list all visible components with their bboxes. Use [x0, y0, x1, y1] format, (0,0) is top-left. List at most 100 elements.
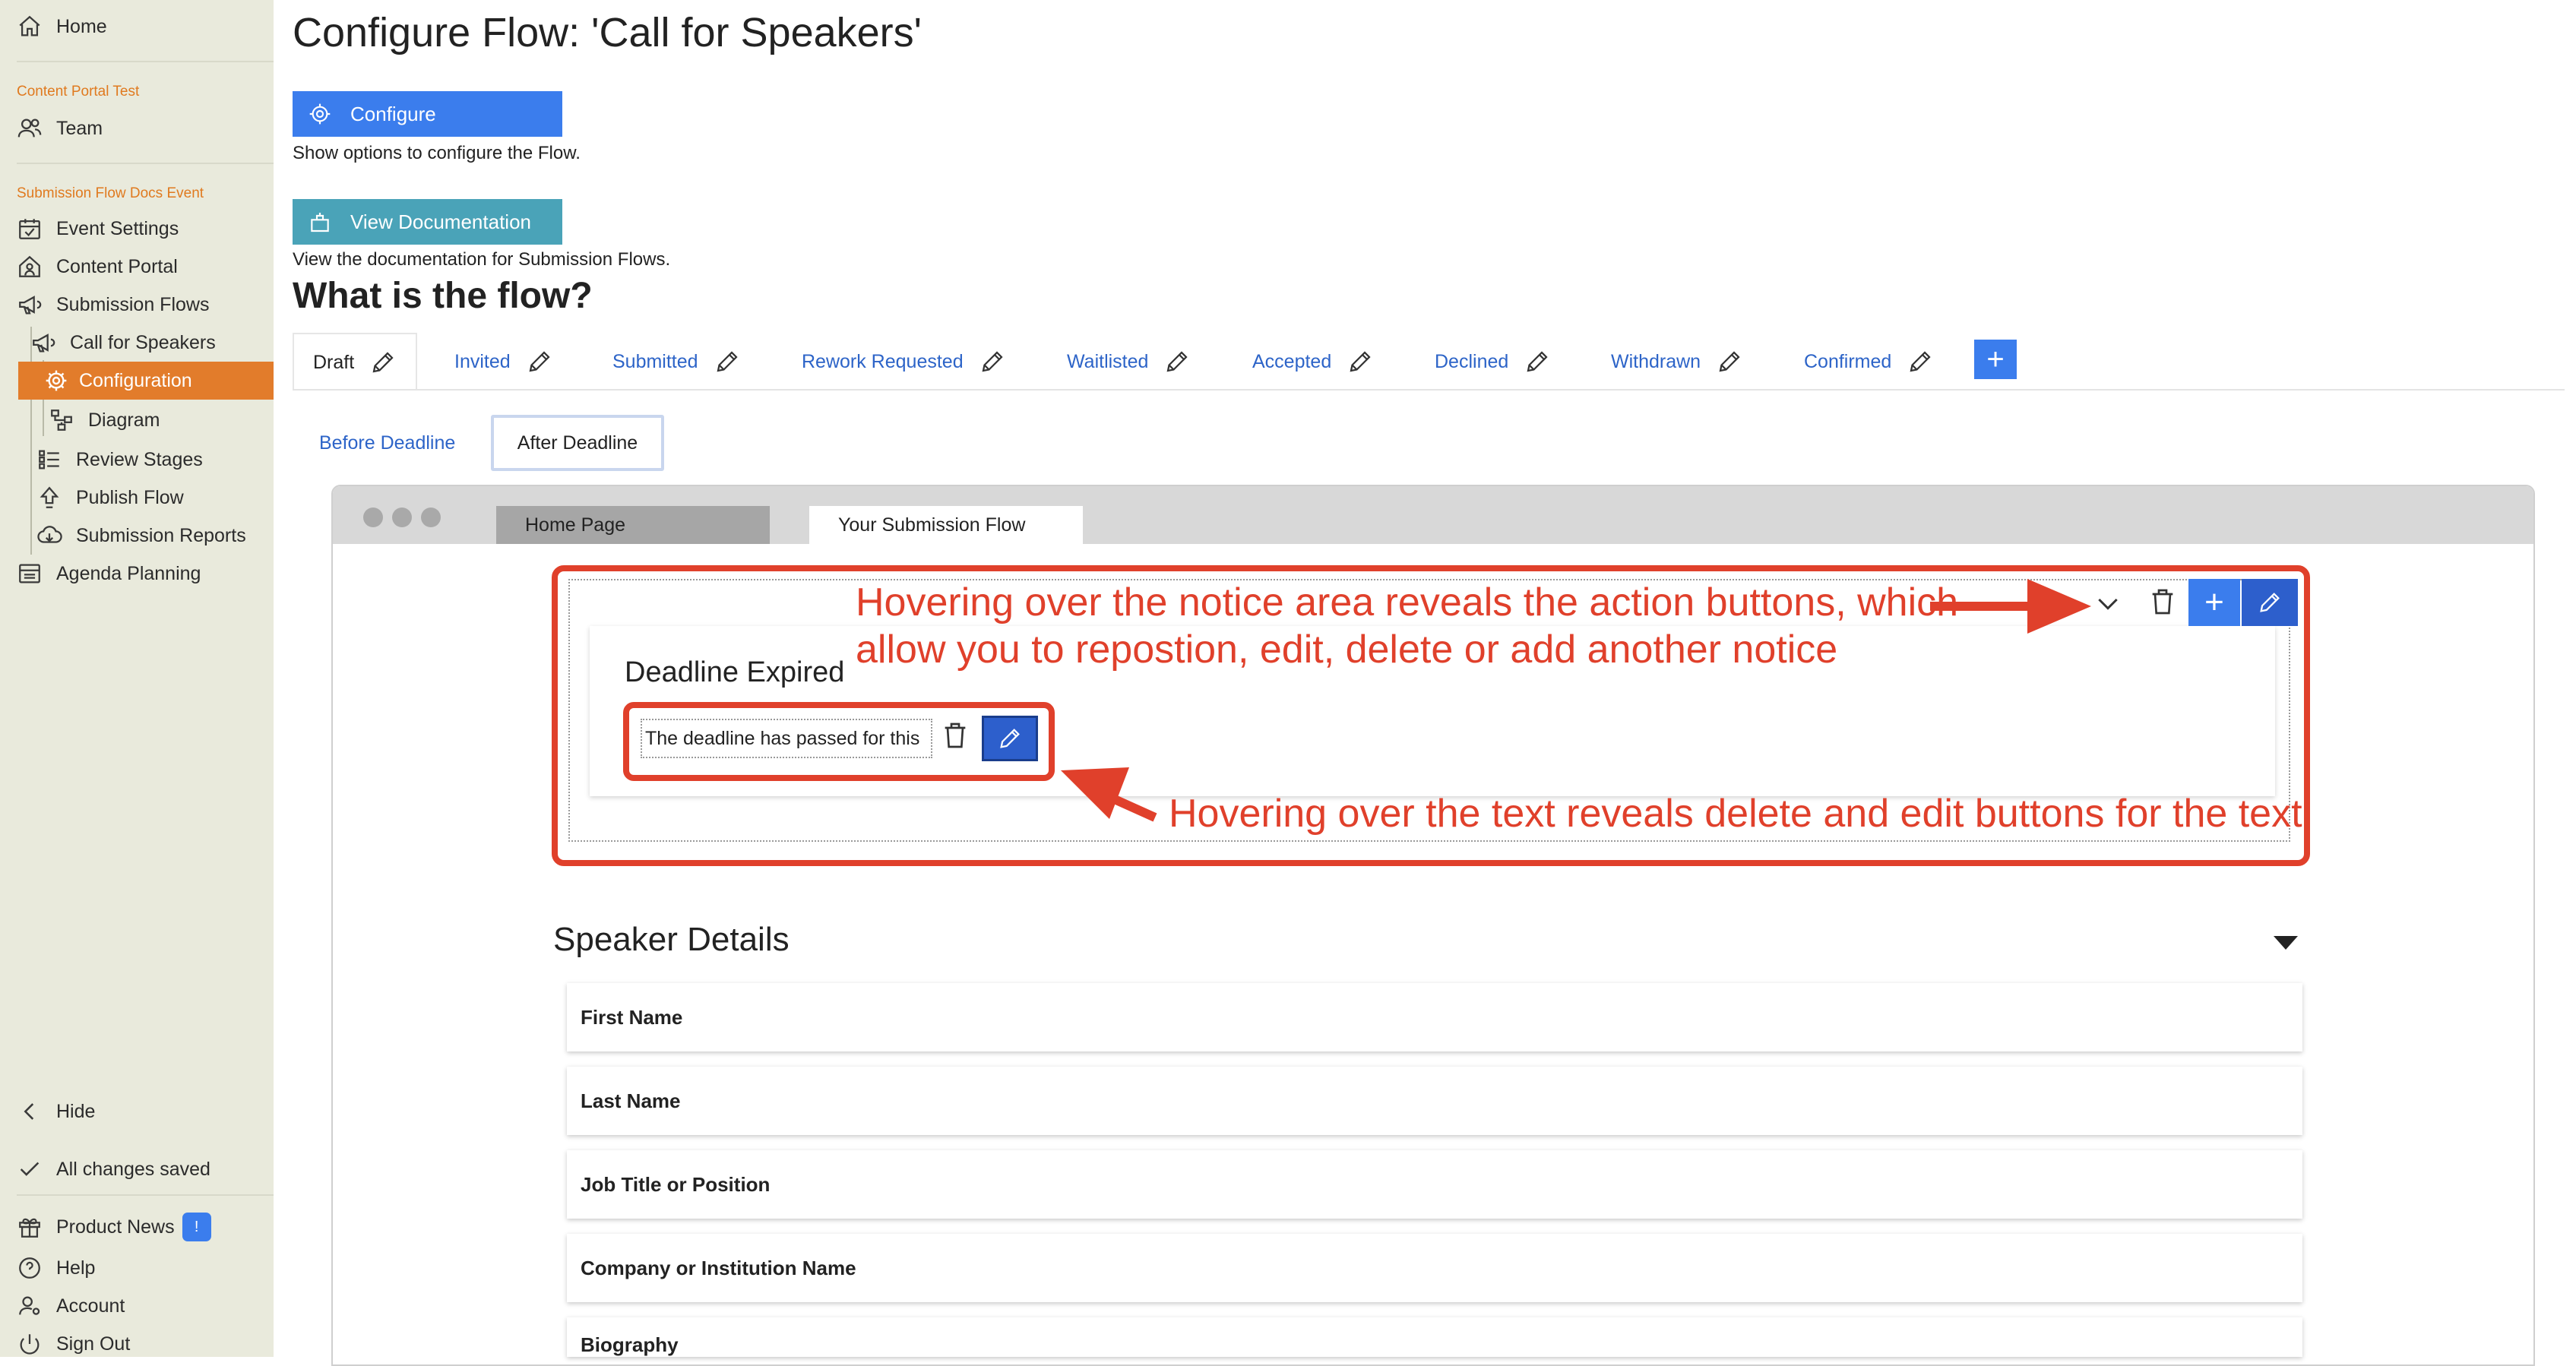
sidebar-item-label: Agenda Planning: [56, 562, 201, 584]
tab-label: Declined: [1435, 350, 1509, 372]
view-documentation-button[interactable]: View Documentation: [293, 199, 562, 245]
tab-withdrawn[interactable]: Withdrawn: [1611, 333, 1743, 391]
view-documentation-label: View Documentation: [350, 210, 531, 233]
sidebar-item-label: Account: [56, 1295, 125, 1317]
caret-down-icon[interactable]: [2272, 931, 2299, 954]
tab-invited[interactable]: Invited: [454, 333, 553, 391]
hide-sidebar-button[interactable]: Hide: [17, 1096, 95, 1127]
window-dot: [421, 508, 441, 527]
form-field-first-name[interactable]: First Name: [567, 983, 2302, 1051]
sidebar-item-label: Call for Speakers: [70, 331, 216, 353]
gear-icon: [44, 368, 68, 393]
sidebar-item-diagram[interactable]: Diagram: [49, 404, 160, 436]
publish-icon: [36, 485, 62, 511]
annotation-text-buttons: Hovering over the text reveals delete an…: [1169, 792, 2302, 836]
add-state-button[interactable]: +: [1974, 340, 2017, 379]
chevron-left-icon: [17, 1099, 43, 1124]
save-status: All changes saved: [17, 1153, 210, 1185]
content-portal-icon: [17, 254, 43, 280]
pencil-icon[interactable]: [1716, 348, 1743, 375]
gift-icon: [17, 1214, 43, 1240]
tab-after-deadline[interactable]: After Deadline: [491, 415, 664, 471]
form-field-job-title[interactable]: Job Title or Position: [567, 1150, 2302, 1219]
sidebar-item-call-for-speakers[interactable]: Call for Speakers: [30, 327, 216, 359]
browser-bar: Home Page Your Submission Flow: [333, 486, 2533, 544]
tab-draft[interactable]: Draft: [293, 333, 418, 391]
sidebar-item-product-news[interactable]: Product News !: [17, 1211, 211, 1243]
help-icon: [17, 1255, 43, 1281]
sidebar-item-account[interactable]: Account: [17, 1290, 125, 1322]
sidebar-item-label: Help: [56, 1257, 96, 1279]
tab-label: Accepted: [1252, 350, 1332, 372]
pencil-icon[interactable]: [369, 349, 397, 376]
pencil-icon[interactable]: [1163, 348, 1191, 375]
divider: [17, 61, 274, 62]
annotation-line: allow you to repostion, edit, delete or …: [856, 628, 1838, 672]
sidebar-item-submission-reports[interactable]: Submission Reports: [36, 520, 246, 552]
tab-accepted[interactable]: Accepted: [1252, 333, 1374, 391]
reports-icon: [36, 523, 62, 549]
power-icon: [17, 1331, 43, 1357]
sidebar-item-label: Publish Flow: [76, 486, 184, 508]
sidebar-item-configuration[interactable]: Configuration: [18, 362, 274, 400]
preview-tab-submission-flow[interactable]: Your Submission Flow: [809, 506, 1083, 544]
account-icon: [17, 1293, 43, 1319]
team-icon: [17, 115, 43, 141]
agenda-icon: [17, 561, 43, 587]
docs-icon: [308, 210, 332, 234]
page-title: Configure Flow: 'Call for Speakers': [293, 10, 922, 55]
sidebar: Home Content Portal Test Team Submission…: [0, 0, 274, 1357]
annotation-notice-area: Hovering over the notice area reveals th…: [856, 579, 1958, 673]
pencil-icon[interactable]: [714, 348, 741, 375]
sidebar-item-submission-flows[interactable]: Submission Flows: [17, 289, 209, 321]
tab-label: Submitted: [612, 350, 698, 372]
review-stages-icon: [36, 447, 62, 473]
megaphone-icon: [30, 330, 56, 356]
sidebar-item-home[interactable]: Home: [17, 11, 107, 43]
tab-confirmed[interactable]: Confirmed: [1804, 333, 1934, 391]
save-status-label: All changes saved: [56, 1158, 210, 1180]
pencil-icon[interactable]: [1347, 348, 1374, 375]
section-title: Speaker Details: [553, 921, 790, 958]
pencil-icon[interactable]: [526, 348, 553, 375]
divider: [17, 1194, 274, 1196]
check-icon: [17, 1156, 43, 1182]
sidebar-item-sign-out[interactable]: Sign Out: [17, 1328, 130, 1360]
tab-submitted[interactable]: Submitted: [612, 333, 741, 391]
tab-waitlisted[interactable]: Waitlisted: [1067, 333, 1191, 391]
sidebar-item-label: Home: [56, 15, 107, 37]
sidebar-item-label: Diagram: [88, 409, 160, 431]
tab-rework-requested[interactable]: Rework Requested: [802, 333, 1006, 391]
tab-declined[interactable]: Declined: [1435, 333, 1551, 391]
sidebar-item-event-settings[interactable]: Event Settings: [17, 213, 179, 245]
documentation-description: View the documentation for Submission Fl…: [293, 249, 671, 270]
configure-button[interactable]: Configure: [293, 91, 562, 137]
sidebar-item-content-portal[interactable]: Content Portal: [17, 251, 178, 283]
form-field-biography[interactable]: Biography: [567, 1317, 2302, 1357]
sidebar-item-label: Product News: [56, 1216, 175, 1238]
megaphone-icon: [17, 292, 43, 318]
form-field-last-name[interactable]: Last Name: [567, 1067, 2302, 1135]
sidebar-item-help[interactable]: Help: [17, 1252, 95, 1284]
tab-label: Rework Requested: [802, 350, 964, 372]
tab-before-deadline[interactable]: Before Deadline: [319, 415, 455, 471]
sidebar-item-label: Sign Out: [56, 1333, 131, 1355]
sidebar-item-review-stages[interactable]: Review Stages: [36, 444, 203, 476]
home-icon: [17, 14, 43, 40]
preview-tab-home-page[interactable]: Home Page: [496, 506, 770, 544]
sidebar-item-label: Team: [56, 117, 103, 139]
sidebar-item-publish-flow[interactable]: Publish Flow: [36, 482, 184, 514]
pencil-icon[interactable]: [1907, 348, 1934, 375]
form-field-company[interactable]: Company or Institution Name: [567, 1234, 2302, 1302]
pencil-icon[interactable]: [1524, 348, 1551, 375]
calendar-icon: [17, 216, 43, 242]
gear-icon: [308, 102, 332, 126]
tab-label: Waitlisted: [1067, 350, 1149, 372]
sidebar-item-team[interactable]: Team: [17, 112, 103, 144]
divider: [17, 163, 274, 164]
window-dot: [363, 508, 383, 527]
sidebar-item-label: Configuration: [79, 369, 192, 391]
sidebar-item-agenda-planning[interactable]: Agenda Planning: [17, 558, 201, 590]
tab-label: Draft: [313, 351, 355, 373]
pencil-icon[interactable]: [979, 348, 1006, 375]
